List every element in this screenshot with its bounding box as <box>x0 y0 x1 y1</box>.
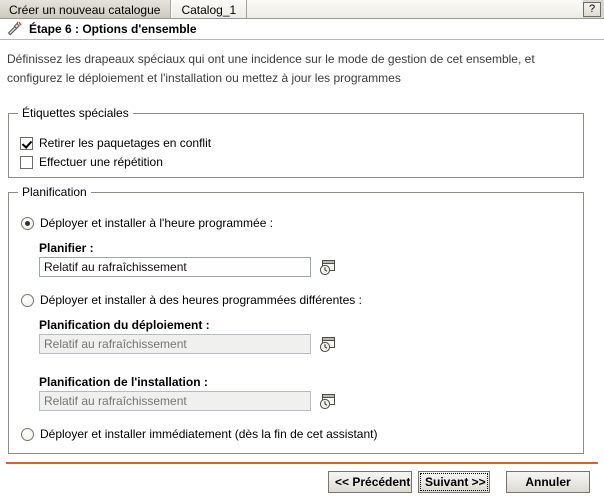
radio-row-immediately[interactable]: Déployer et installer immédiatement (dès… <box>21 427 377 441</box>
special-flags-legend: Étiquettes spéciales <box>18 106 133 120</box>
calendar-clock-icon[interactable] <box>319 393 336 410</box>
calendar-clock-icon[interactable] <box>319 259 336 276</box>
page-title: Étape 6 : Options d'ensemble <box>29 22 197 36</box>
cancel-button[interactable]: Annuler <box>506 471 590 493</box>
tab-creer-un-nouveau-catalogue[interactable]: Créer un nouveau catalogue <box>0 0 172 19</box>
calendar-clock-icon[interactable] <box>319 336 336 353</box>
remove-conflicting-packages-checkbox[interactable] <box>20 136 33 150</box>
tab-label: Catalog_1 <box>181 2 237 17</box>
radio-label: Déployer et installer immédiatement (dès… <box>40 427 378 441</box>
radio-row-scheduled-time[interactable]: Déployer et installer à l'heure programm… <box>21 216 273 230</box>
window-titlebar: Créer un nouveau catalogue Catalog_1 ? <box>0 0 604 19</box>
step-description: Définissez les drapeaux spéciaux qui ont… <box>7 52 535 85</box>
tab-catalog-1[interactable]: Catalog_1 <box>171 0 248 19</box>
wand-icon <box>6 21 23 37</box>
perform-rerun-checkbox[interactable] <box>20 155 33 169</box>
deploy-install-immediately-radio[interactable] <box>21 427 34 441</box>
planifier-input[interactable] <box>39 257 311 277</box>
checkbox-row-effectuer-repetition[interactable]: Effectuer une répétition <box>20 155 163 169</box>
footer-separator <box>6 462 598 464</box>
installation-schedule-field-row <box>39 391 336 411</box>
help-button[interactable]: ? <box>583 2 601 17</box>
schedule-legend: Planification <box>18 185 91 199</box>
tab-label: Créer un nouveau catalogue <box>9 2 161 17</box>
checkbox-row-retirer-paquetages[interactable]: Retirer les paquetages en conflit <box>20 136 211 150</box>
radio-row-different-times[interactable]: Déployer et installer à des heures progr… <box>21 293 362 307</box>
installation-schedule-field-label: Planification de l'installation : <box>39 375 208 389</box>
deployment-schedule-input[interactable] <box>39 334 311 354</box>
installation-schedule-input[interactable] <box>39 391 311 411</box>
next-button[interactable]: Suivant >> <box>418 471 490 493</box>
planifier-field-label: Planifier : <box>39 241 94 255</box>
back-button[interactable]: << Précédent <box>328 471 412 493</box>
checkbox-label: Effectuer une répétition <box>39 155 163 169</box>
radio-label: Déployer et installer à l'heure programm… <box>40 216 274 230</box>
checkbox-label: Retirer les paquetages en conflit <box>39 136 212 150</box>
deploy-install-scheduled-radio[interactable] <box>21 216 34 230</box>
radio-label: Déployer et installer à des heures progr… <box>40 293 362 307</box>
titlebar-filler <box>247 0 583 19</box>
deployment-schedule-field-label: Planification du déploiement : <box>39 318 210 332</box>
footer-button-bar: << Précédent Suivant >> Annuler <box>0 468 604 502</box>
planifier-field-row <box>39 257 336 277</box>
deploy-install-different-times-radio[interactable] <box>21 293 34 307</box>
step-header: Étape 6 : Options d'ensemble <box>0 19 604 40</box>
deployment-schedule-field-row <box>39 334 336 354</box>
